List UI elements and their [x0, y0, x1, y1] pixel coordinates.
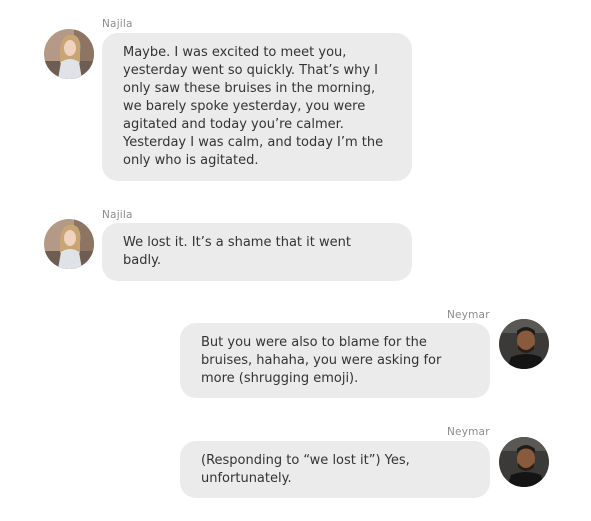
message-line: agitated and today you’re calmer.: [123, 117, 344, 132]
message-line: unfortunately.: [201, 471, 292, 486]
message-line: But you were also to blame for the: [201, 335, 427, 350]
message-line: bruises, hahaha, you were asking for: [201, 353, 442, 368]
message-line: Maybe. I was excited to meet you,: [123, 45, 347, 60]
sender-name: Najila: [102, 209, 133, 221]
message-line: badly.: [123, 253, 162, 268]
message-bubble: (Responding to “we lost it”) Yes, unfort…: [180, 441, 490, 498]
message-bubble: Maybe. I was excited to meet you, yester…: [102, 33, 412, 181]
message-line: We lost it. It’s a shame that it went: [123, 235, 351, 250]
sender-name: Najila: [102, 18, 133, 30]
message-line: more (shrugging emoji).: [201, 371, 359, 386]
man-avatar[interactable]: [499, 437, 549, 487]
sender-name: Neymar: [447, 426, 490, 438]
message-bubble: We lost it. It’s a shame that it went ba…: [102, 223, 412, 281]
message-bubble: But you were also to blame for the bruis…: [180, 323, 490, 398]
message-line: only who is agitated.: [123, 153, 259, 168]
message-line: only saw these bruises in the morning,: [123, 81, 376, 96]
message-line: Yesterday I was calm, and today I’m the: [123, 135, 384, 150]
message-line: (Responding to “we lost it”) Yes,: [201, 453, 410, 468]
woman-avatar[interactable]: [44, 29, 94, 79]
woman-avatar[interactable]: [44, 219, 94, 269]
sender-name: Neymar: [447, 309, 490, 321]
chat-thread: Najila Maybe. I was excited to meet you,…: [0, 0, 591, 521]
message-line: yesterday went so quickly. That’s why I: [123, 63, 378, 78]
message-line: we barely spoke yesterday, you were: [123, 99, 366, 114]
man-avatar[interactable]: [499, 319, 549, 369]
